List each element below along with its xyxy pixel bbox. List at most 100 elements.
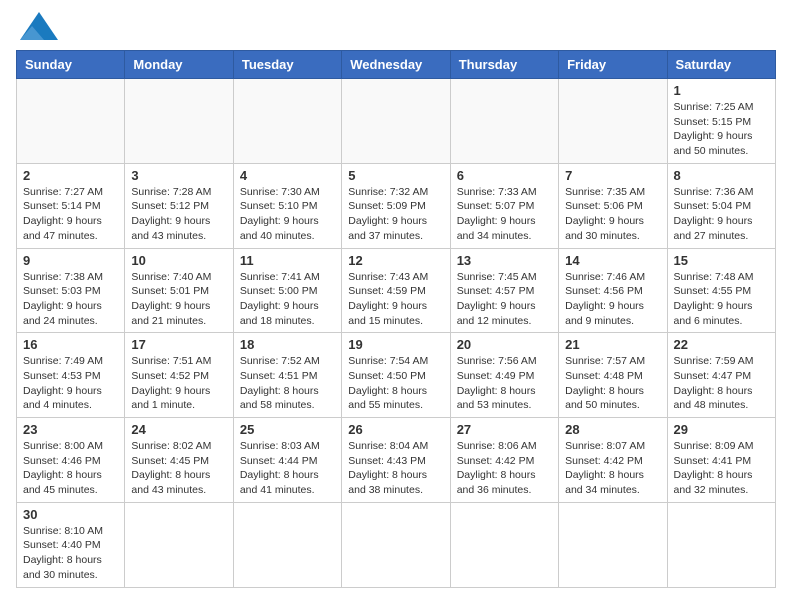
day-cell: 10 Sunrise: 7:40 AM Sunset: 5:01 PM Dayli… xyxy=(125,248,233,333)
day-cell xyxy=(125,502,233,587)
day-number: 1 xyxy=(674,83,769,98)
calendar-body: 1 Sunrise: 7:25 AM Sunset: 5:15 PM Daylig… xyxy=(17,79,776,588)
day-cell xyxy=(559,79,667,164)
week-row-0: 1 Sunrise: 7:25 AM Sunset: 5:15 PM Daylig… xyxy=(17,79,776,164)
day-cell xyxy=(667,502,775,587)
day-number: 10 xyxy=(131,253,226,268)
day-info: Sunrise: 7:41 AM Sunset: 5:00 PM Dayligh… xyxy=(240,270,335,329)
day-info: Sunrise: 8:03 AM Sunset: 4:44 PM Dayligh… xyxy=(240,439,335,498)
day-number: 20 xyxy=(457,337,552,352)
day-number: 7 xyxy=(565,168,660,183)
day-info: Sunrise: 7:38 AM Sunset: 5:03 PM Dayligh… xyxy=(23,270,118,329)
day-info: Sunrise: 7:25 AM Sunset: 5:15 PM Dayligh… xyxy=(674,100,769,159)
day-cell: 2Sunrise: 7:27 AM Sunset: 5:14 PM Daylig… xyxy=(17,163,125,248)
weekday-header: SundayMondayTuesdayWednesdayThursdayFrid… xyxy=(17,51,776,79)
day-number: 15 xyxy=(674,253,769,268)
day-cell: 18 Sunrise: 7:52 AM Sunset: 4:51 PM Dayli… xyxy=(233,333,341,418)
weekday-wednesday: Wednesday xyxy=(342,51,450,79)
day-info: Sunrise: 8:09 AM Sunset: 4:41 PM Dayligh… xyxy=(674,439,769,498)
day-cell xyxy=(450,502,558,587)
weekday-saturday: Saturday xyxy=(667,51,775,79)
day-number: 3 xyxy=(131,168,226,183)
day-cell: 20 Sunrise: 7:56 AM Sunset: 4:49 PM Dayli… xyxy=(450,333,558,418)
day-cell: 1 Sunrise: 7:25 AM Sunset: 5:15 PM Daylig… xyxy=(667,79,775,164)
day-cell: 8 Sunrise: 7:36 AM Sunset: 5:04 PM Daylig… xyxy=(667,163,775,248)
day-cell: 12 Sunrise: 7:43 AM Sunset: 4:59 PM Dayli… xyxy=(342,248,450,333)
weekday-friday: Friday xyxy=(559,51,667,79)
day-number: 6 xyxy=(457,168,552,183)
day-number: 26 xyxy=(348,422,443,437)
day-cell: 23Sunrise: 8:00 AM Sunset: 4:46 PM Dayli… xyxy=(17,418,125,503)
day-cell: 4Sunrise: 7:30 AM Sunset: 5:10 PM Daylig… xyxy=(233,163,341,248)
day-info: Sunrise: 7:33 AM Sunset: 5:07 PM Dayligh… xyxy=(457,185,552,244)
day-number: 24 xyxy=(131,422,226,437)
day-number: 22 xyxy=(674,337,769,352)
day-info: Sunrise: 7:56 AM Sunset: 4:49 PM Dayligh… xyxy=(457,354,552,413)
day-number: 17 xyxy=(131,337,226,352)
header xyxy=(16,16,776,40)
week-row-1: 2Sunrise: 7:27 AM Sunset: 5:14 PM Daylig… xyxy=(17,163,776,248)
day-info: Sunrise: 7:28 AM Sunset: 5:12 PM Dayligh… xyxy=(131,185,226,244)
day-cell: 13Sunrise: 7:45 AM Sunset: 4:57 PM Dayli… xyxy=(450,248,558,333)
day-cell: 5 Sunrise: 7:32 AM Sunset: 5:09 PM Daylig… xyxy=(342,163,450,248)
day-info: Sunrise: 7:48 AM Sunset: 4:55 PM Dayligh… xyxy=(674,270,769,329)
day-cell: 11Sunrise: 7:41 AM Sunset: 5:00 PM Dayli… xyxy=(233,248,341,333)
day-cell xyxy=(125,79,233,164)
day-number: 19 xyxy=(348,337,443,352)
day-cell xyxy=(233,502,341,587)
day-cell: 30 Sunrise: 8:10 AM Sunset: 4:40 PM Dayli… xyxy=(17,502,125,587)
day-info: Sunrise: 7:59 AM Sunset: 4:47 PM Dayligh… xyxy=(674,354,769,413)
week-row-4: 23Sunrise: 8:00 AM Sunset: 4:46 PM Dayli… xyxy=(17,418,776,503)
day-number: 2 xyxy=(23,168,118,183)
day-cell: 6 Sunrise: 7:33 AM Sunset: 5:07 PM Daylig… xyxy=(450,163,558,248)
day-info: Sunrise: 8:07 AM Sunset: 4:42 PM Dayligh… xyxy=(565,439,660,498)
day-cell: 27 Sunrise: 8:06 AM Sunset: 4:42 PM Dayli… xyxy=(450,418,558,503)
day-cell xyxy=(17,79,125,164)
day-info: Sunrise: 7:54 AM Sunset: 4:50 PM Dayligh… xyxy=(348,354,443,413)
day-cell: 26 Sunrise: 8:04 AM Sunset: 4:43 PM Dayli… xyxy=(342,418,450,503)
day-cell: 29 Sunrise: 8:09 AM Sunset: 4:41 PM Dayli… xyxy=(667,418,775,503)
weekday-monday: Monday xyxy=(125,51,233,79)
day-cell: 16 Sunrise: 7:49 AM Sunset: 4:53 PM Dayli… xyxy=(17,333,125,418)
day-info: Sunrise: 8:04 AM Sunset: 4:43 PM Dayligh… xyxy=(348,439,443,498)
day-info: Sunrise: 8:10 AM Sunset: 4:40 PM Dayligh… xyxy=(23,524,118,583)
day-number: 16 xyxy=(23,337,118,352)
weekday-thursday: Thursday xyxy=(450,51,558,79)
day-cell xyxy=(450,79,558,164)
day-info: Sunrise: 7:40 AM Sunset: 5:01 PM Dayligh… xyxy=(131,270,226,329)
day-number: 30 xyxy=(23,507,118,522)
day-cell: 14 Sunrise: 7:46 AM Sunset: 4:56 PM Dayli… xyxy=(559,248,667,333)
day-info: Sunrise: 7:43 AM Sunset: 4:59 PM Dayligh… xyxy=(348,270,443,329)
day-cell: 7 Sunrise: 7:35 AM Sunset: 5:06 PM Daylig… xyxy=(559,163,667,248)
day-cell: 9 Sunrise: 7:38 AM Sunset: 5:03 PM Daylig… xyxy=(17,248,125,333)
week-row-5: 30 Sunrise: 8:10 AM Sunset: 4:40 PM Dayli… xyxy=(17,502,776,587)
day-info: Sunrise: 8:06 AM Sunset: 4:42 PM Dayligh… xyxy=(457,439,552,498)
day-number: 29 xyxy=(674,422,769,437)
day-info: Sunrise: 7:36 AM Sunset: 5:04 PM Dayligh… xyxy=(674,185,769,244)
logo xyxy=(16,16,58,40)
logo-icon xyxy=(20,12,58,40)
day-info: Sunrise: 7:35 AM Sunset: 5:06 PM Dayligh… xyxy=(565,185,660,244)
day-number: 8 xyxy=(674,168,769,183)
day-number: 28 xyxy=(565,422,660,437)
day-number: 5 xyxy=(348,168,443,183)
week-row-2: 9 Sunrise: 7:38 AM Sunset: 5:03 PM Daylig… xyxy=(17,248,776,333)
day-number: 18 xyxy=(240,337,335,352)
day-info: Sunrise: 7:52 AM Sunset: 4:51 PM Dayligh… xyxy=(240,354,335,413)
day-info: Sunrise: 7:46 AM Sunset: 4:56 PM Dayligh… xyxy=(565,270,660,329)
day-cell: 25Sunrise: 8:03 AM Sunset: 4:44 PM Dayli… xyxy=(233,418,341,503)
day-info: Sunrise: 7:49 AM Sunset: 4:53 PM Dayligh… xyxy=(23,354,118,413)
day-cell: 24Sunrise: 8:02 AM Sunset: 4:45 PM Dayli… xyxy=(125,418,233,503)
day-info: Sunrise: 7:57 AM Sunset: 4:48 PM Dayligh… xyxy=(565,354,660,413)
weekday-tuesday: Tuesday xyxy=(233,51,341,79)
day-info: Sunrise: 7:51 AM Sunset: 4:52 PM Dayligh… xyxy=(131,354,226,413)
day-cell: 3 Sunrise: 7:28 AM Sunset: 5:12 PM Daylig… xyxy=(125,163,233,248)
day-info: Sunrise: 7:45 AM Sunset: 4:57 PM Dayligh… xyxy=(457,270,552,329)
day-number: 14 xyxy=(565,253,660,268)
day-number: 27 xyxy=(457,422,552,437)
day-info: Sunrise: 7:32 AM Sunset: 5:09 PM Dayligh… xyxy=(348,185,443,244)
calendar: SundayMondayTuesdayWednesdayThursdayFrid… xyxy=(16,50,776,588)
day-number: 12 xyxy=(348,253,443,268)
day-number: 23 xyxy=(23,422,118,437)
day-number: 9 xyxy=(23,253,118,268)
